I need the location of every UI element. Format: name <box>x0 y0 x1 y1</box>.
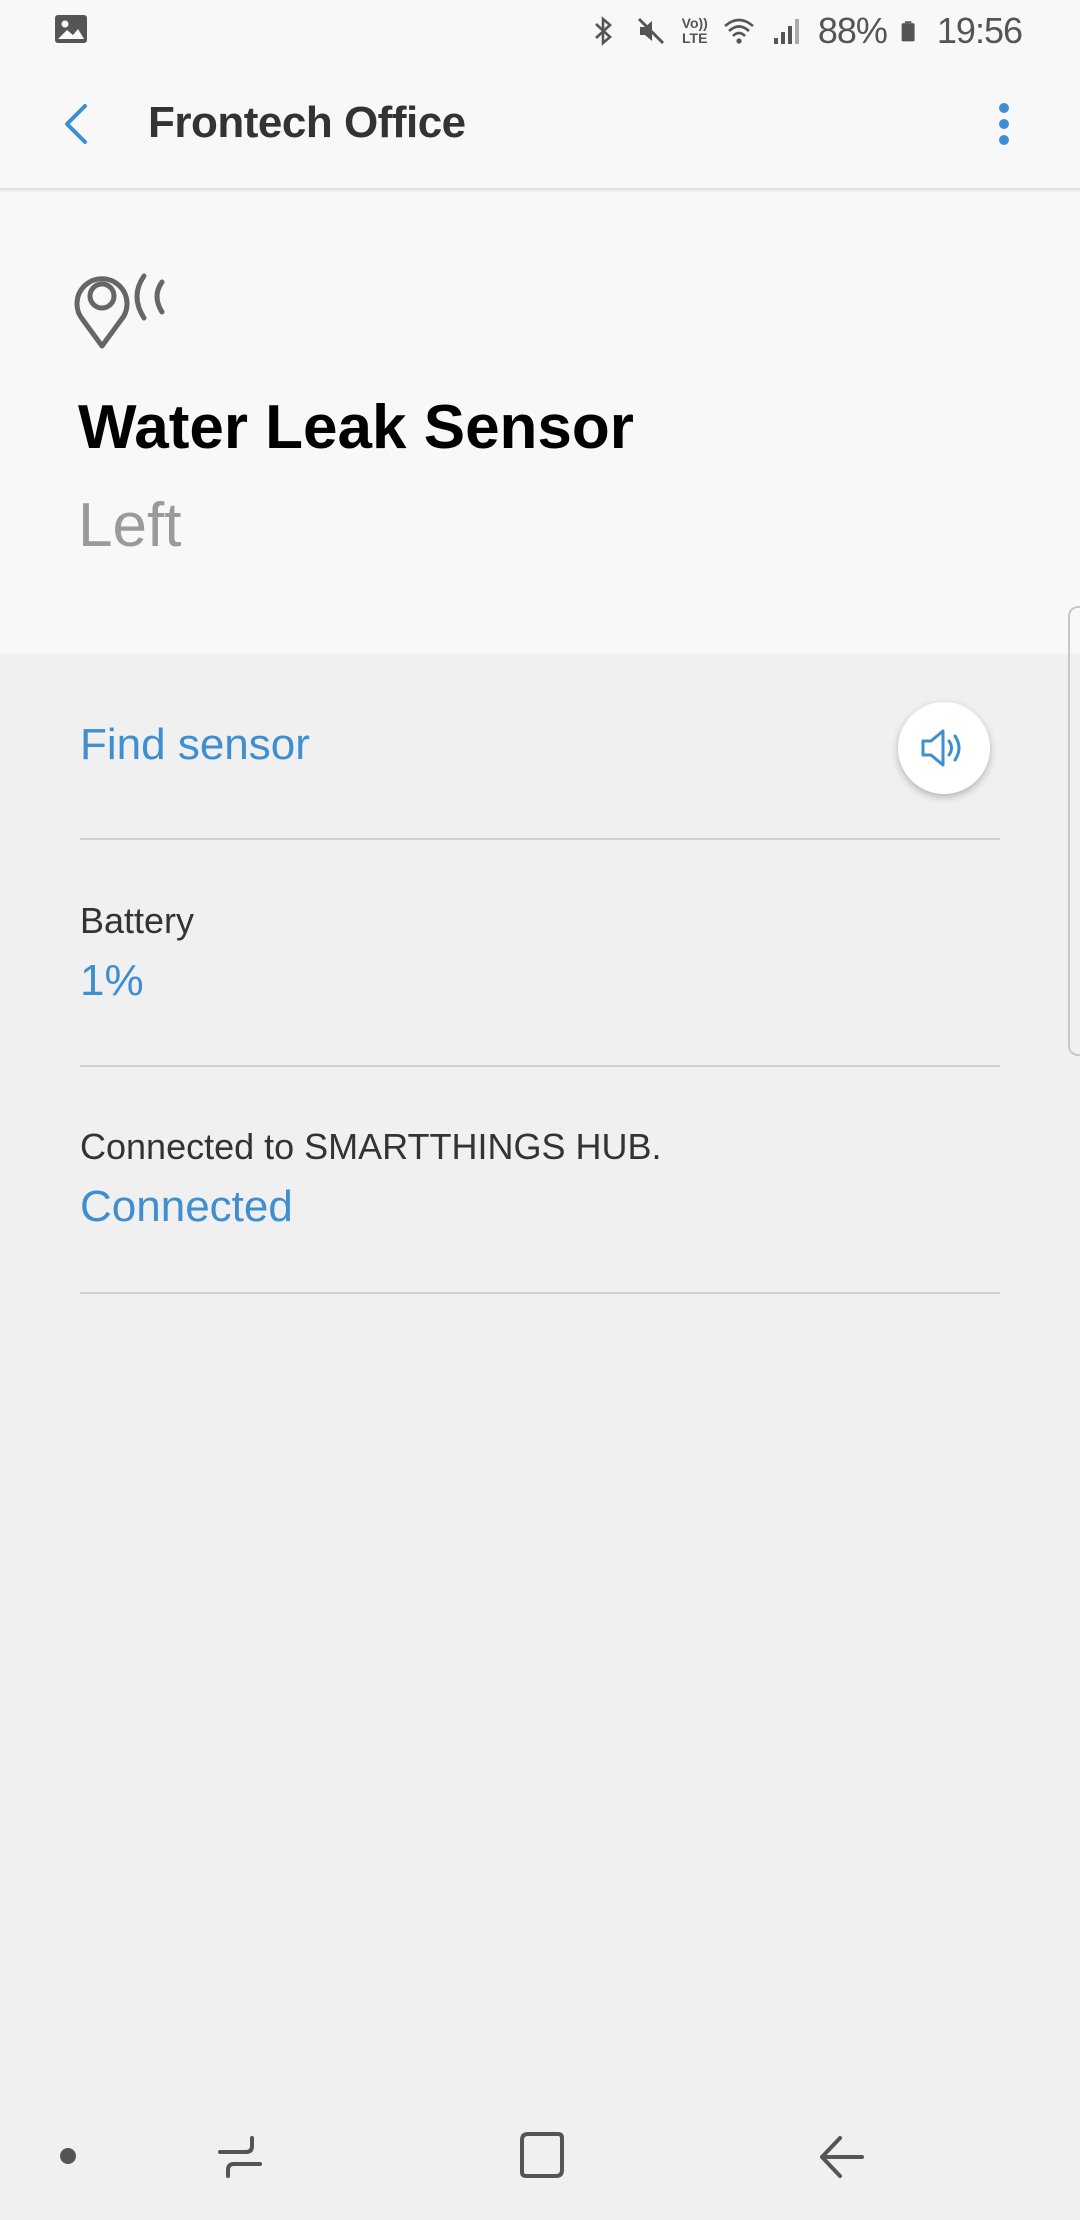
volte-top: Vo)) <box>681 15 708 31</box>
back-nav-icon[interactable] <box>812 2130 872 2184</box>
find-sensor-sound-button[interactable] <box>898 702 990 794</box>
divider <box>80 838 1000 840</box>
speaker-icon <box>921 729 961 767</box>
divider <box>80 1065 1000 1067</box>
battery-percent: 88% <box>817 10 888 51</box>
more-vertical-icon <box>999 103 1009 145</box>
more-options-button[interactable] <box>972 92 1036 156</box>
device-header: Water Leak Sensor Left <box>0 192 1080 654</box>
find-sensor-label[interactable]: Find sensor <box>80 720 1000 770</box>
home-icon[interactable] <box>512 2128 572 2184</box>
chevron-left-icon <box>65 104 87 144</box>
find-sensor-row[interactable]: Find sensor <box>80 720 1000 770</box>
battery-value: 1% <box>80 956 144 1005</box>
battery-row: Battery 1% <box>80 900 1000 1006</box>
nav-dot-icon[interactable] <box>60 2148 76 2164</box>
image-icon <box>55 15 87 43</box>
battery-label: Battery <box>80 900 195 941</box>
wifi-icon <box>723 18 754 44</box>
status-bar: Vo)) LTE 88% 19:56 <box>0 0 1080 62</box>
navigation-bar <box>0 2096 1080 2220</box>
device-name: Water Leak Sensor <box>78 393 634 462</box>
clock: 19:56 <box>936 10 1023 51</box>
signal-icon <box>773 19 799 44</box>
battery-icon <box>901 21 915 42</box>
volte-indicator: Vo)) LTE <box>682 16 708 46</box>
page-title: Frontech Office <box>148 98 466 147</box>
volte-bottom: LTE <box>682 30 708 46</box>
mute-icon <box>637 17 664 45</box>
screen: Vo)) LTE 88% 19:56 Frontech Office Water… <box>0 0 1080 2220</box>
edge-panel-handle[interactable] <box>1068 606 1080 1056</box>
recents-icon[interactable] <box>210 2130 270 2184</box>
connection-status: Connected <box>80 1182 293 1231</box>
connection-label: Connected to SMARTTHINGS HUB. <box>80 1126 662 1167</box>
back-button[interactable] <box>44 92 108 156</box>
location-signal-icon <box>74 273 165 349</box>
divider <box>80 1292 1000 1294</box>
status-icons: Vo)) LTE 88% 19:56 <box>586 8 1023 54</box>
app-bar: Frontech Office <box>0 62 1080 190</box>
bluetooth-icon <box>594 16 612 46</box>
device-location: Left <box>78 491 182 560</box>
connection-row: Connected to SMARTTHINGS HUB. Connected <box>80 1126 1000 1232</box>
